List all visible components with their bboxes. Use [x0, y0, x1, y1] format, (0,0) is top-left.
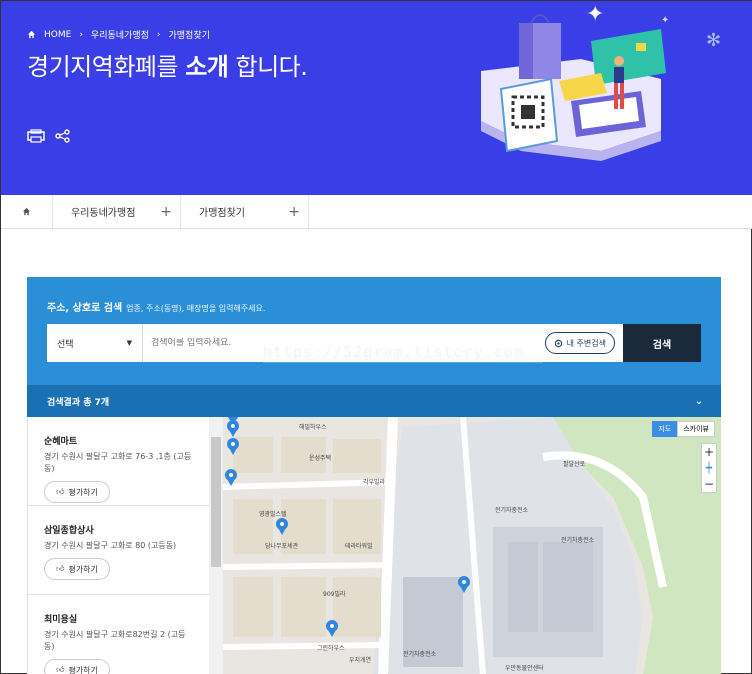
plus-icon[interactable]: +	[288, 204, 300, 220]
list-item[interactable]: 순혜마트 경기 수원시 팔달구 고화로 76-3 ,1층 (고등동) 👍︎ 평가…	[28, 417, 209, 506]
caret-down-icon: ▼	[126, 339, 132, 347]
scrollbar-thumb[interactable]	[211, 437, 221, 567]
result-count: 검색결과 총 7개	[47, 397, 110, 408]
map-type-map[interactable]: 지도	[652, 421, 678, 437]
zoom-in-button[interactable]: +	[702, 444, 716, 460]
select-value: 선택	[57, 339, 74, 350]
map-label: 우지개연	[349, 657, 372, 664]
list-item[interactable]: 삼일종합상사 경기 수원시 팔달구 고화로 80 (고등동) 👍︎ 평가하기	[28, 506, 209, 595]
breadcrumb-level1[interactable]: 우리동네가맹점	[91, 28, 149, 41]
map-label: 영광빌스텔	[259, 511, 287, 518]
tab-label: 가맹점찾기	[199, 208, 245, 219]
breadcrumb-home[interactable]: HOME	[44, 30, 71, 40]
page-title: 경기지역화폐를 소개 합니다.	[27, 47, 308, 82]
tab-label: 우리동네가맹점	[71, 208, 136, 219]
hero-actions	[27, 129, 71, 143]
zoom-control: + ┿ −	[701, 443, 717, 493]
home-icon	[22, 207, 31, 216]
share-icon[interactable]	[55, 129, 71, 143]
store-name[interactable]: 삼일종합상사	[44, 523, 193, 536]
map-label: 테라타워빌	[345, 543, 373, 550]
chevron-down-icon[interactable]: ⌄	[695, 396, 703, 407]
watermark-text: https://52gram.tistory.com	[263, 343, 543, 363]
svg-text:✻: ✻	[706, 30, 721, 51]
plus-icon[interactable]: +	[160, 204, 172, 220]
chevron-right-icon: ›	[79, 29, 83, 40]
store-name[interactable]: 순혜마트	[44, 434, 193, 447]
print-icon[interactable]	[27, 129, 45, 143]
thumbs-up-icon: 👍︎	[56, 487, 65, 496]
rate-label: 평가하기	[68, 564, 98, 574]
search-hint: 업종, 주소(동명), 매장명을 입력해주세요.	[126, 304, 266, 313]
list-item[interactable]: 최미용실 경기 수원시 팔달구 고화로82번길 2 (고등동) 👍︎ 평가하기	[28, 595, 209, 674]
home-icon[interactable]	[27, 30, 36, 39]
map-type-sky[interactable]: 스카이뷰	[677, 421, 715, 437]
rate-button[interactable]: 👍︎ 평가하기	[44, 481, 110, 503]
zoom-out-button[interactable]: −	[702, 476, 716, 492]
rate-label: 평가하기	[68, 665, 98, 674]
search-panel: 주소, 상호로 검색 업종, 주소(동명), 매장명을 입력해주세요. 선택 ▼ …	[27, 277, 721, 417]
title-suffix: 합니다.	[228, 53, 308, 81]
breadcrumb-level2[interactable]: 가맹점찾기	[169, 28, 210, 41]
search-heading: 주소, 상호로 검색 업종, 주소(동명), 매장명을 입력해주세요.	[47, 299, 265, 314]
map-label: 전기차충전소	[561, 537, 595, 544]
hero-banner: HOME › 우리동네가맹점 › 가맹점찾기 경기지역화폐를 소개 합니다. ✦…	[1, 1, 752, 195]
thumbs-up-icon: 👍︎	[56, 665, 65, 674]
svg-text:✦: ✦	[661, 15, 669, 26]
result-list: 순혜마트 경기 수원시 팔달구 고화로 76-3 ,1층 (고등동) 👍︎ 평가…	[27, 417, 209, 674]
chevron-right-icon: ›	[156, 29, 161, 40]
store-address: 경기 수원시 팔달구 고화로82번길 2 (고등동)	[44, 630, 186, 651]
rate-button[interactable]: 👍︎ 평가하기	[44, 659, 110, 674]
map-view[interactable]: 해밀하우스 운성주택 각우빌라 영광빌스텔 당나무포세관 테라타워빌 909빌라…	[223, 417, 721, 674]
sub-navigation: 우리동네가맹점 + 가맹점찾기 +	[1, 195, 752, 229]
map-type-toggle: 지도 스카이뷰	[652, 421, 715, 437]
search-button[interactable]: 검색	[623, 324, 701, 362]
store-name[interactable]: 최미용실	[44, 612, 193, 625]
breadcrumb: HOME › 우리동네가맹점 › 가맹점찾기	[27, 28, 210, 41]
category-select[interactable]: 선택 ▼	[47, 324, 143, 362]
list-scrollbar[interactable]	[209, 417, 223, 674]
map-label: 909빌라	[323, 591, 346, 598]
nearby-label: 내 주변검색	[566, 338, 606, 348]
map-label: 전기자충전소	[495, 507, 529, 514]
hero-illustration: ✦ ✦ ✻ ✻ ✻	[481, 2, 721, 161]
tab-store-finder[interactable]: 가맹점찾기 +	[181, 195, 309, 228]
map-label: 당나무포세관	[265, 543, 299, 550]
title-prefix: 경기지역화폐를	[27, 53, 186, 81]
zoom-slider-icon[interactable]: ┿	[702, 460, 716, 476]
store-address: 경기 수원시 팔달구 고화로 80 (고등동)	[44, 541, 177, 550]
map-label: 해밀하우스	[299, 424, 327, 431]
title-bold: 소개	[185, 53, 229, 81]
location-target-icon	[554, 339, 562, 347]
map-label: 각우빌라	[363, 479, 386, 486]
nearby-search-button[interactable]: 내 주변검색	[544, 332, 615, 354]
rate-label: 평가하기	[68, 487, 98, 497]
map-label: 우만동물안센터	[505, 665, 544, 672]
thumbs-up-icon: 👍︎	[56, 564, 65, 573]
tab-home[interactable]	[1, 195, 53, 228]
map-label: 팔달산로	[563, 461, 586, 468]
search-heading-text: 주소, 상호로 검색	[47, 303, 123, 314]
result-summary-bar[interactable]: 검색결과 총 7개 ⌄	[27, 385, 721, 417]
svg-text:✦: ✦	[586, 2, 604, 27]
map-label: 운성주택	[309, 455, 332, 462]
rate-button[interactable]: 👍︎ 평가하기	[44, 558, 110, 580]
tab-neighborhood-stores[interactable]: 우리동네가맹점 +	[53, 195, 181, 228]
map-label: 그린하우스	[317, 645, 345, 652]
map-label: 전기차충전소	[403, 651, 437, 658]
store-address: 경기 수원시 팔달구 고화로 76-3 ,1층 (고등동)	[44, 452, 192, 473]
